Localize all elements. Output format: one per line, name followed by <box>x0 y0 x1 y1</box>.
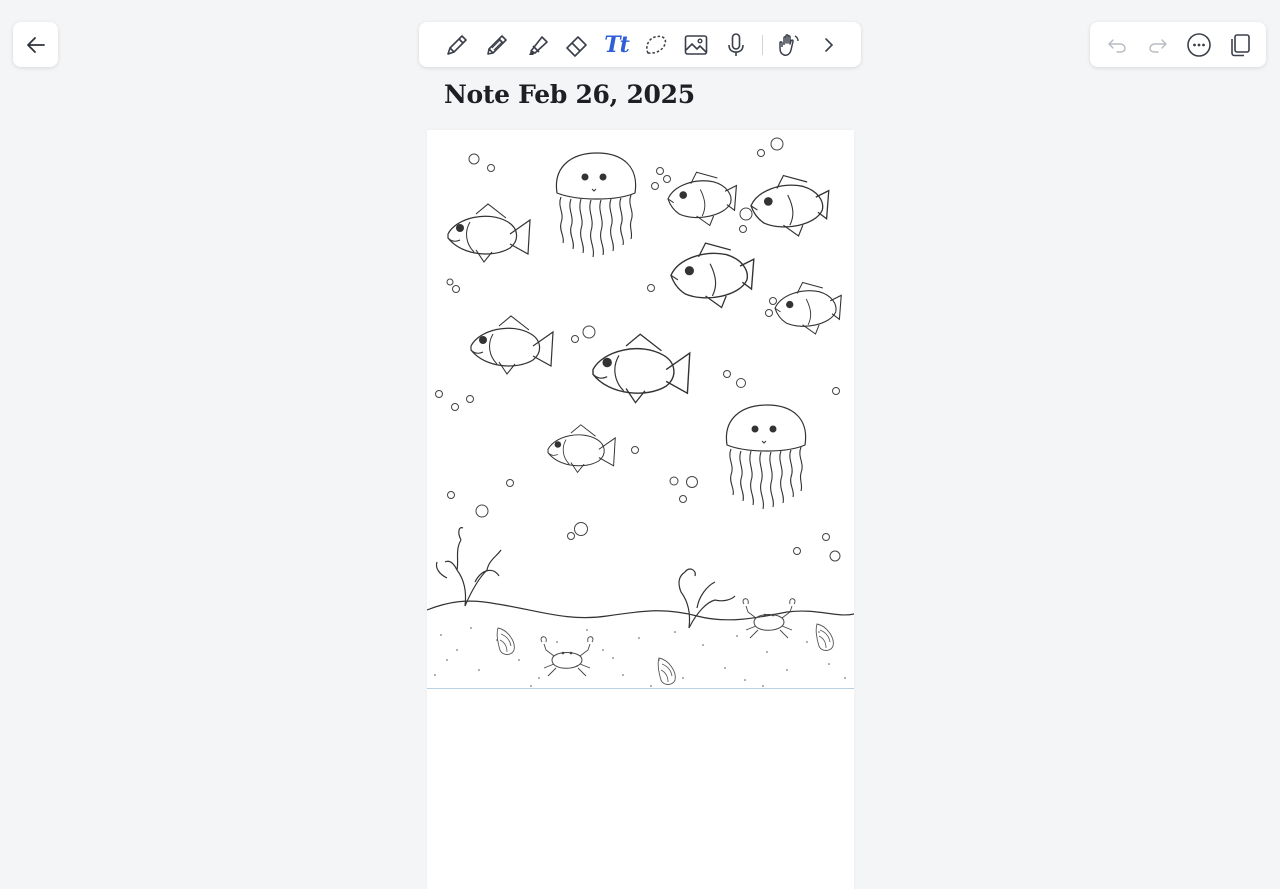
pencil-icon <box>487 34 507 55</box>
microphone-tool-button[interactable] <box>716 22 756 67</box>
pages-icon <box>1230 33 1250 56</box>
image-icon <box>685 34 708 55</box>
undo-icon <box>1107 38 1126 53</box>
hand-tool-button[interactable] <box>769 22 809 67</box>
back-button[interactable] <box>13 22 58 67</box>
jellyfish-drawings <box>555 152 807 510</box>
lasso-tool-button[interactable] <box>637 22 677 67</box>
ocean-coloring-drawing <box>427 137 854 687</box>
chevron-right-icon <box>825 37 834 52</box>
hand-icon <box>779 33 799 56</box>
text-icon: Tt <box>604 31 630 58</box>
eraser-icon <box>565 35 587 57</box>
pencil-tool-button[interactable] <box>477 22 517 67</box>
pen-icon <box>447 34 467 55</box>
highlighter-icon <box>528 35 548 55</box>
pages-button[interactable] <box>1220 22 1260 67</box>
crab-drawings <box>540 598 796 677</box>
highlighter-tool-button[interactable] <box>517 22 557 67</box>
more-icon <box>1186 32 1211 57</box>
text-tool-button[interactable]: Tt <box>597 22 637 67</box>
page-break-line <box>427 688 854 689</box>
note-page-canvas[interactable] <box>427 130 854 889</box>
more-tools-button[interactable] <box>809 22 849 67</box>
fish-drawings <box>447 171 842 473</box>
sand-dots <box>434 627 846 687</box>
history-toolbar <box>1090 22 1266 67</box>
arrow-left-icon <box>26 36 45 53</box>
eraser-tool-button[interactable] <box>557 22 597 67</box>
toolbar-separator <box>762 34 764 55</box>
more-options-button[interactable] <box>1179 22 1219 67</box>
note-title[interactable]: Note Feb 26, 2025 <box>444 80 695 109</box>
redo-icon <box>1148 38 1167 53</box>
redo-button[interactable] <box>1138 22 1178 67</box>
bubbles <box>435 137 841 562</box>
lasso-icon <box>646 35 667 54</box>
undo-button[interactable] <box>1097 22 1137 67</box>
drawing-toolbar: Tt <box>419 22 861 67</box>
image-tool-button[interactable] <box>676 22 716 67</box>
microphone-icon <box>728 32 745 56</box>
pen-tool-button[interactable] <box>437 22 477 67</box>
coral-drawings <box>435 527 736 629</box>
